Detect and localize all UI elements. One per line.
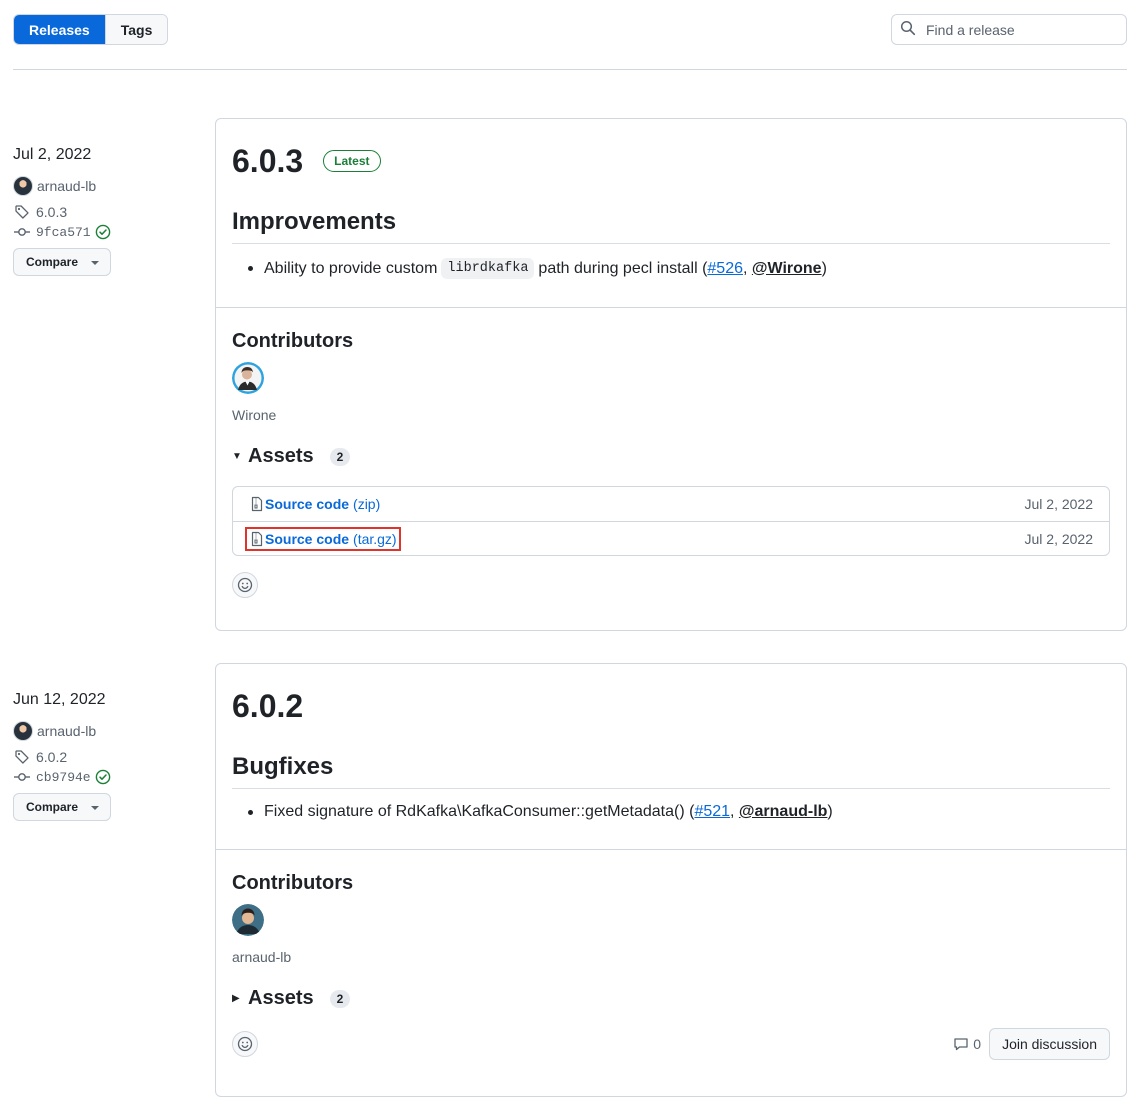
releases-tags-switch: Releases Tags <box>13 14 169 45</box>
release-version[interactable]: 6.0.2 <box>232 686 303 726</box>
asset-date: Jul 2, 2022 <box>1024 496 1094 512</box>
assets-toggle[interactable]: ▶ Assets 2 <box>232 987 1110 1010</box>
assets-counter: 2 <box>329 447 351 466</box>
note-text: Fixed signature of RdKafka\KafkaConsumer… <box>264 803 695 820</box>
tag-name[interactable]: 6.0.2 <box>36 749 67 765</box>
commit-icon <box>13 769 31 785</box>
release-meta-1: Jul 2, 2022 arnaud-lb 6.0.3 9fca571 Comp… <box>13 144 203 276</box>
author-avatar <box>13 176 33 196</box>
tag-icon <box>13 749 31 765</box>
release-tag[interactable]: 6.0.3 <box>13 204 203 220</box>
asset-ext[interactable]: (tar.gz) <box>353 531 397 547</box>
release-date: Jun 12, 2022 <box>13 691 106 708</box>
contributors-heading: Contributors <box>232 872 354 894</box>
search-icon <box>900 20 916 39</box>
tab-releases[interactable]: Releases <box>14 15 105 44</box>
release-card-1: 6.0.3 Latest Improvements Ability to pro… <box>215 118 1127 631</box>
add-reaction-button[interactable] <box>232 572 258 598</box>
add-reaction-button[interactable] <box>232 1031 258 1057</box>
release-card-2: 6.0.2 Bugfixes Fixed signature of RdKafk… <box>215 663 1127 1097</box>
asset-row: Source code (tar.gz) Jul 2, 2022 <box>233 521 1109 555</box>
releases-toolbar: Releases Tags <box>13 14 1127 45</box>
author-avatar <box>13 721 33 741</box>
assets-toggle[interactable]: ▼ Assets 2 <box>232 445 1110 468</box>
asset-row: Source code (zip) Jul 2, 2022 <box>233 487 1109 521</box>
asset-link-highlighted[interactable]: Source code (tar.gz) <box>245 526 401 551</box>
contributor-name[interactable]: arnaud-lb <box>232 949 1110 965</box>
file-zip-icon <box>249 496 265 512</box>
author-name[interactable]: arnaud-lb <box>37 178 96 194</box>
release-date: Jul 2, 2022 <box>13 146 92 163</box>
release-note-item: Fixed signature of RdKafka\KafkaConsumer… <box>232 803 1110 821</box>
bullet-dot <box>248 809 253 815</box>
verified-check-icon[interactable] <box>95 769 111 785</box>
tag-name[interactable]: 6.0.3 <box>36 204 67 220</box>
search-input[interactable] <box>924 20 1114 39</box>
comment-icon <box>953 1036 969 1052</box>
commit-sha[interactable]: cb9794e <box>36 770 91 785</box>
release-tag[interactable]: 6.0.2 <box>13 749 203 765</box>
assets-heading: Assets <box>248 445 314 467</box>
compare-button[interactable]: Compare <box>13 248 111 276</box>
asset-ext[interactable]: (zip) <box>353 496 380 512</box>
card-footer: 0 Join discussion <box>232 1028 1110 1060</box>
note-separator: , <box>743 259 752 277</box>
release-note-item: Ability to provide custom librdkafka pat… <box>232 258 1110 279</box>
author-name[interactable]: arnaud-lb <box>37 723 96 739</box>
user-mention[interactable]: @arnaud-lb <box>739 803 828 821</box>
note-text-after: path during pecl install ( <box>538 259 708 277</box>
latest-badge: Latest <box>323 150 381 172</box>
contributors-heading: Contributors <box>232 330 354 352</box>
section-heading: Improvements <box>232 207 1110 244</box>
assets-heading: Assets <box>248 987 314 1009</box>
release-version[interactable]: 6.0.3 <box>232 141 303 181</box>
section-heading: Bugfixes <box>232 752 1110 789</box>
user-mention[interactable]: @Wirone <box>752 260 822 278</box>
release-author[interactable]: arnaud-lb <box>13 176 203 196</box>
note-close: ) <box>827 803 833 820</box>
smiley-icon <box>237 1036 253 1052</box>
toolbar-divider <box>13 69 1127 70</box>
inline-code: librdkafka <box>441 258 535 279</box>
commit-icon <box>13 224 31 240</box>
commit-sha[interactable]: 9fca571 <box>36 225 91 240</box>
pr-link[interactable]: #526 <box>707 260 743 278</box>
contributor-avatar[interactable] <box>232 362 264 394</box>
release-commit[interactable]: cb9794e <box>13 769 203 785</box>
asset-date: Jul 2, 2022 <box>1024 530 1094 547</box>
assets-counter: 2 <box>329 989 351 1008</box>
release-search[interactable] <box>891 14 1127 45</box>
release-author[interactable]: arnaud-lb <box>13 721 203 741</box>
file-zip-icon <box>249 531 265 547</box>
asset-name[interactable]: Source code <box>265 496 349 512</box>
caret-right-icon: ▶ <box>232 993 240 1004</box>
contributor-avatar[interactable] <box>232 904 264 936</box>
comment-count[interactable]: 0 <box>953 1036 981 1052</box>
asset-link[interactable]: Source code (zip) <box>249 496 380 512</box>
note-text: Ability to provide custom <box>264 259 438 277</box>
release-commit[interactable]: 9fca571 <box>13 224 203 240</box>
compare-label: Compare <box>26 255 79 269</box>
chevron-down-icon <box>90 800 100 814</box>
compare-label: Compare <box>26 800 79 814</box>
asset-name[interactable]: Source code <box>265 531 349 547</box>
asset-list: Source code (zip) Jul 2, 2022 Source cod… <box>232 486 1110 556</box>
discussion-group: 0 Join discussion <box>953 1028 1110 1060</box>
compare-button[interactable]: Compare <box>13 793 111 821</box>
note-close: ) <box>821 259 827 277</box>
chevron-down-icon <box>90 255 100 269</box>
bullet-dot <box>248 266 253 271</box>
caret-down-icon: ▼ <box>232 451 242 462</box>
smiley-icon <box>237 577 253 593</box>
comment-count-value: 0 <box>973 1036 982 1052</box>
contributor-name[interactable]: Wirone <box>232 407 1110 423</box>
release-meta-2: Jun 12, 2022 arnaud-lb 6.0.2 cb9794e Com… <box>13 689 203 821</box>
tab-tags[interactable]: Tags <box>104 15 168 44</box>
join-discussion-button[interactable]: Join discussion <box>989 1028 1110 1060</box>
note-separator: , <box>730 803 739 820</box>
verified-check-icon[interactable] <box>95 224 111 240</box>
pr-link[interactable]: #521 <box>694 803 730 821</box>
tag-icon <box>13 204 31 220</box>
